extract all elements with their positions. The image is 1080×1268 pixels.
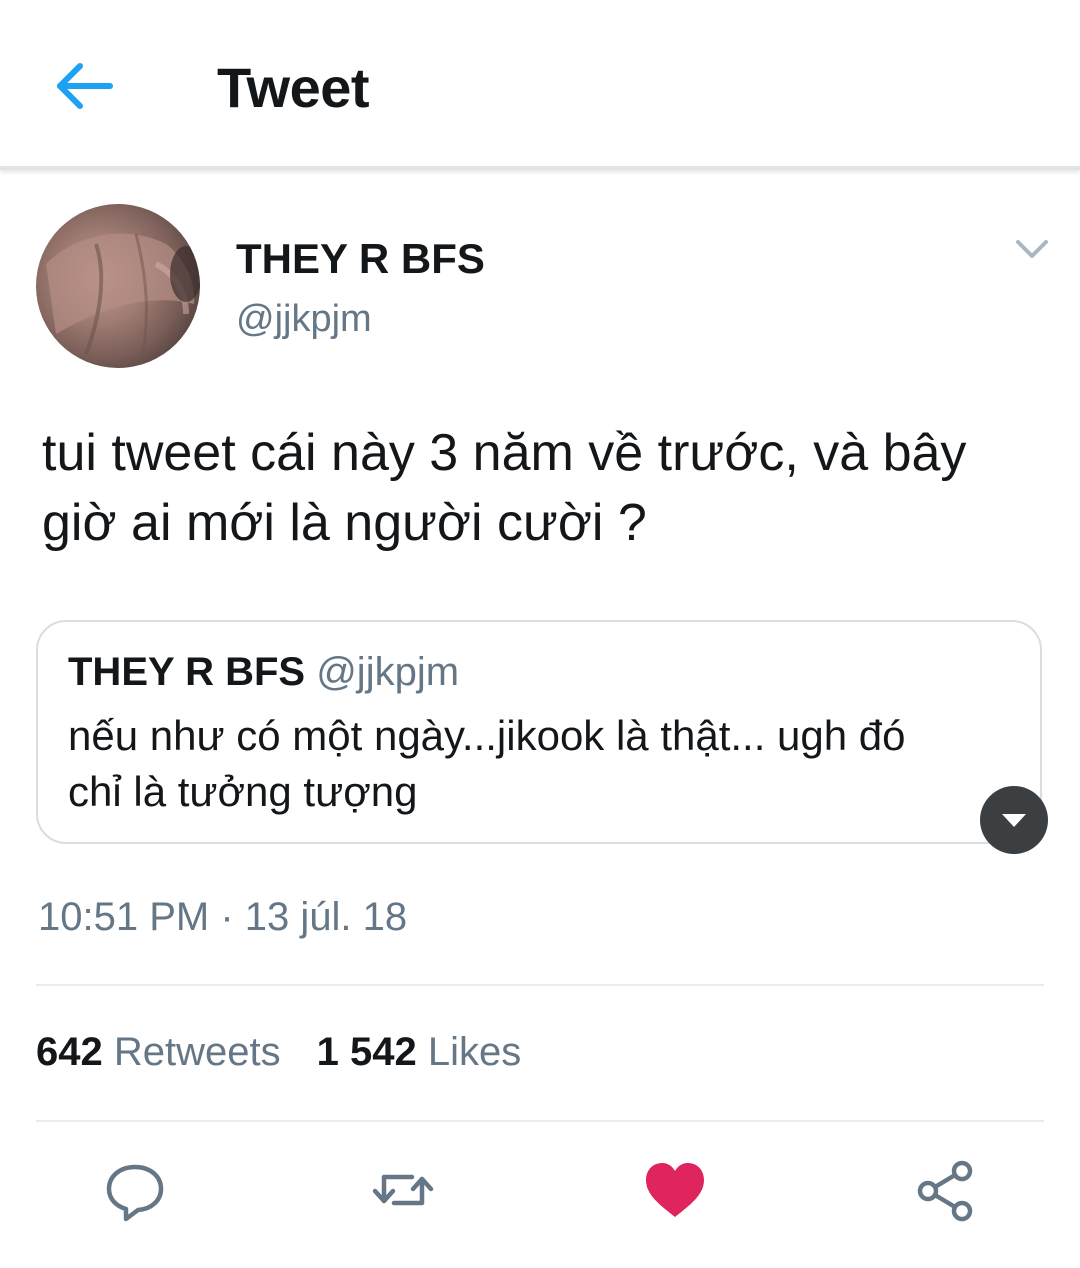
caret-down-icon	[1002, 814, 1026, 827]
page-title: Tweet	[217, 56, 370, 119]
tweet-text: tui tweet cái này 3 năm về trước, và bây…	[42, 418, 1052, 558]
reply-icon	[106, 1164, 164, 1222]
quote-text: nếu như có một ngày...jikook là thật... …	[68, 708, 1028, 820]
retweet-icon	[372, 1174, 434, 1206]
quote-author-name: THEY R BFS	[68, 650, 306, 694]
tweet-text-line: giờ ai mới là người cười ?	[42, 494, 647, 552]
header-divider	[0, 166, 1080, 170]
quote-text-line: nếu như có một ngày...jikook là thật... …	[68, 712, 906, 759]
author-handle[interactable]: @jjkpjm	[236, 298, 372, 341]
share-icon	[917, 1160, 973, 1222]
avatar[interactable]	[36, 204, 200, 368]
divider	[36, 1120, 1044, 1122]
tweet-text-line: tui tweet cái này 3 năm về trước, và bây	[42, 424, 967, 482]
avatar-image	[46, 233, 200, 365]
tweet-options-button[interactable]	[1012, 234, 1052, 264]
chevron-down-icon	[1016, 240, 1048, 258]
retweets-label: Retweets	[113, 1030, 281, 1074]
author-name[interactable]: THEY R BFS	[236, 235, 485, 283]
heart-icon	[646, 1163, 704, 1217]
back-button[interactable]	[52, 58, 116, 114]
likes-count: 1 542	[316, 1030, 417, 1074]
quote-author-handle: @jjkpjm	[316, 650, 460, 694]
engagement-stats: 642 Retweets 1 542 Likes	[36, 1030, 521, 1075]
reply-button[interactable]	[100, 1155, 170, 1225]
divider	[36, 984, 1044, 986]
quote-expand-button[interactable]	[980, 786, 1048, 854]
retweets-stat[interactable]: 642 Retweets	[36, 1030, 281, 1074]
share-button[interactable]	[910, 1155, 980, 1225]
top-bar: Tweet	[0, 0, 1080, 168]
retweet-button[interactable]	[368, 1155, 438, 1225]
likes-label: Likes	[427, 1030, 522, 1074]
arrow-left-icon	[57, 63, 113, 109]
tweet-timestamp[interactable]: 10:51 PM · 13 júl. 18	[38, 895, 407, 940]
retweets-count: 642	[36, 1030, 103, 1074]
quote-header: THEY R BFS @jjkpjm	[68, 650, 459, 695]
quoted-tweet[interactable]: THEY R BFS @jjkpjm nếu như có một ngày..…	[36, 620, 1042, 844]
like-button[interactable]	[640, 1155, 710, 1225]
quote-text-line: chỉ là tưởng tượng	[68, 768, 418, 815]
likes-stat[interactable]: 1 542 Likes	[317, 1030, 522, 1074]
